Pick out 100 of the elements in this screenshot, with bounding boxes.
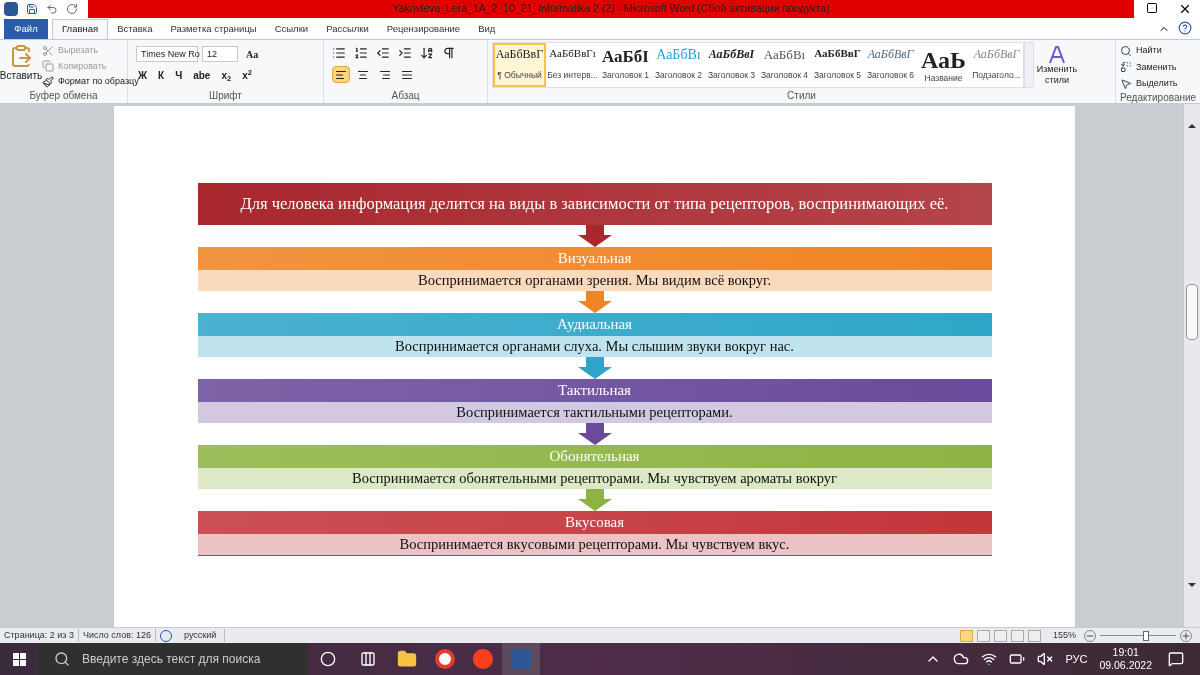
change-case-button[interactable]: Aa	[242, 46, 263, 62]
format-button[interactable]: abe	[191, 68, 213, 83]
edit-icon	[1120, 77, 1132, 90]
edit-icon	[1120, 61, 1132, 74]
category-description: Воспринимается обонятельными рецепторами. Мы чувствуем ароматы вокруг	[197, 468, 992, 489]
outdent-icon[interactable]	[376, 46, 390, 60]
align-icon	[357, 68, 369, 81]
battery-icon[interactable]	[1009, 651, 1026, 667]
group-label: Шрифт	[208, 89, 243, 103]
style-item[interactable]: АаБбВвГ Заголовок 5	[811, 43, 864, 87]
close-icon[interactable]	[1178, 2, 1192, 16]
mute-icon[interactable]	[1037, 651, 1054, 667]
pilcrow-icon[interactable]	[442, 46, 456, 60]
undo-icon[interactable]	[46, 3, 58, 15]
font-name-field[interactable]: Times New Ro	[136, 46, 198, 62]
down-arrow-icon	[577, 489, 612, 511]
edit-icon	[1120, 44, 1132, 57]
indent-icon[interactable]	[398, 46, 412, 60]
scroll-up-icon[interactable]	[1188, 124, 1196, 128]
category-title: Визуальная	[197, 247, 992, 270]
ribbon-tab[interactable]: Рассылки	[317, 19, 378, 39]
clock-time[interactable]: 19:01	[1112, 645, 1139, 659]
task-view-icon[interactable]	[360, 651, 376, 667]
group-label: Буфер обмена	[28, 89, 99, 103]
sort-icon[interactable]	[420, 46, 434, 60]
zoom-thumb[interactable]	[1142, 630, 1149, 641]
down-arrow-icon	[577, 291, 612, 313]
redo-icon[interactable]	[66, 3, 78, 15]
format-button[interactable]: x$_{2}$	[219, 68, 234, 83]
category-description: Воспринимается вкусовыми рецепторами. Мы чувствуем вкус.	[197, 534, 992, 555]
clipboard-item[interactable]: Формат по образцу	[42, 75, 139, 89]
style-item[interactable]: АаБбІ Заголовок 1	[599, 43, 652, 87]
clock-date[interactable]: 09.06.2022	[1099, 659, 1152, 673]
format-button[interactable]: К	[156, 68, 167, 83]
folder-icon	[397, 649, 417, 669]
wifi-icon[interactable]	[981, 651, 998, 667]
cloud-icon[interactable]	[953, 651, 970, 667]
category-description: Воспринимается тактильными рецепторами.	[197, 402, 992, 423]
clipboard-item-icon	[42, 44, 54, 57]
ribbon-tab[interactable]: Главная	[52, 19, 109, 39]
category-title: Аудиальная	[197, 313, 992, 336]
language-label[interactable]: русский	[176, 628, 226, 643]
down-arrow-icon	[577, 225, 612, 247]
style-item[interactable]: АаБбВı Заголовок 4	[758, 43, 811, 87]
bullet-list-icon[interactable]	[332, 46, 346, 60]
style-item[interactable]: АаЬ Название	[917, 43, 970, 87]
ribbon-tab[interactable]: Вставка	[108, 19, 162, 39]
format-button[interactable]: x$^{2}$	[240, 68, 254, 83]
style-item[interactable]: АаБбВвГı Без интерв...	[546, 43, 599, 87]
style-item[interactable]: АаБбВвГ ¶ Обычный	[493, 43, 546, 87]
ribbon-tab[interactable]: Ссылки	[265, 19, 318, 39]
zoom-level[interactable]: 155%	[1052, 628, 1076, 643]
group-label: Стили	[786, 89, 817, 103]
edit-button[interactable]: Выделить	[1120, 77, 1196, 91]
group-label: Абзац	[390, 89, 421, 103]
page-count: Страница: 2 из 3	[0, 628, 79, 643]
align-icon	[335, 68, 347, 81]
help-icon[interactable]	[1178, 21, 1192, 35]
style-item[interactable]: АаБбВвГ Заголовок 6	[864, 43, 917, 87]
cortana-icon[interactable]	[320, 651, 336, 667]
ribbon-tab[interactable]: Файл	[4, 19, 48, 39]
category-description: Воспринимается органами зрения. Мы видим всё вокруг.	[197, 270, 992, 291]
window-title: Yakovleva_Lera_1A_2_10_21_Informatika 2 (2) - Microsoft Word (Сбой активации продукта)	[88, 0, 1134, 18]
zoom-slider[interactable]	[1100, 629, 1176, 642]
restore-icon[interactable]	[1146, 2, 1158, 14]
group-label: Редактирование	[1120, 90, 1196, 105]
style-item[interactable]: АаБбВı Заголовок 2	[652, 43, 705, 87]
align-icon	[379, 68, 391, 81]
ribbon-tab[interactable]: Разметка страницы	[161, 19, 266, 39]
input-language[interactable]: РУС	[1065, 650, 1088, 668]
ribbon-tab[interactable]: Вид	[469, 19, 505, 39]
search-icon	[54, 651, 70, 667]
ribbon-tab[interactable]: Рецензирование	[377, 19, 470, 39]
word-count: Число слов: 126	[78, 628, 156, 643]
vertical-scrollbar[interactable]	[1183, 104, 1200, 627]
clipboard-item-icon	[42, 75, 54, 88]
scroll-thumb[interactable]	[1186, 284, 1198, 340]
align-button[interactable]	[332, 66, 350, 83]
clipboard-item-icon	[42, 60, 54, 73]
edit-button[interactable]: Найти	[1120, 44, 1196, 58]
style-item[interactable]: АаБбВвІ Заголовок 3	[705, 43, 758, 87]
category-title: Вкусовая	[197, 511, 992, 534]
taskbar-search-field[interactable]: Введите здесь текст для поиска	[38, 643, 308, 675]
scroll-down-icon[interactable]	[1188, 583, 1196, 587]
numbered-list-icon[interactable]	[354, 46, 368, 60]
styles-icon	[1048, 46, 1066, 64]
category-description: Воспринимается органами слуха. Мы слышим звуки вокруг нас.	[197, 336, 992, 357]
category-title: Тактильная	[197, 379, 992, 402]
font-size-field[interactable]: 12	[202, 46, 238, 62]
down-arrow-icon	[577, 357, 612, 379]
style-item[interactable]: АаБбВвГ Подзаголо...	[970, 43, 1023, 87]
header-box: Для человека информация делится на виды в зависимости от типа рецепторов, воспринимающих её.	[197, 183, 992, 225]
format-button[interactable]: Ч	[173, 68, 185, 83]
notifications-icon[interactable]	[1168, 651, 1184, 667]
edit-button[interactable]: Заменить	[1120, 60, 1196, 74]
clipboard-icon	[9, 44, 33, 68]
save-icon[interactable]	[26, 3, 38, 15]
align-icon	[401, 68, 413, 81]
down-arrow-icon	[577, 423, 612, 445]
change-styles-button[interactable]: Изменить стили	[1034, 42, 1080, 87]
